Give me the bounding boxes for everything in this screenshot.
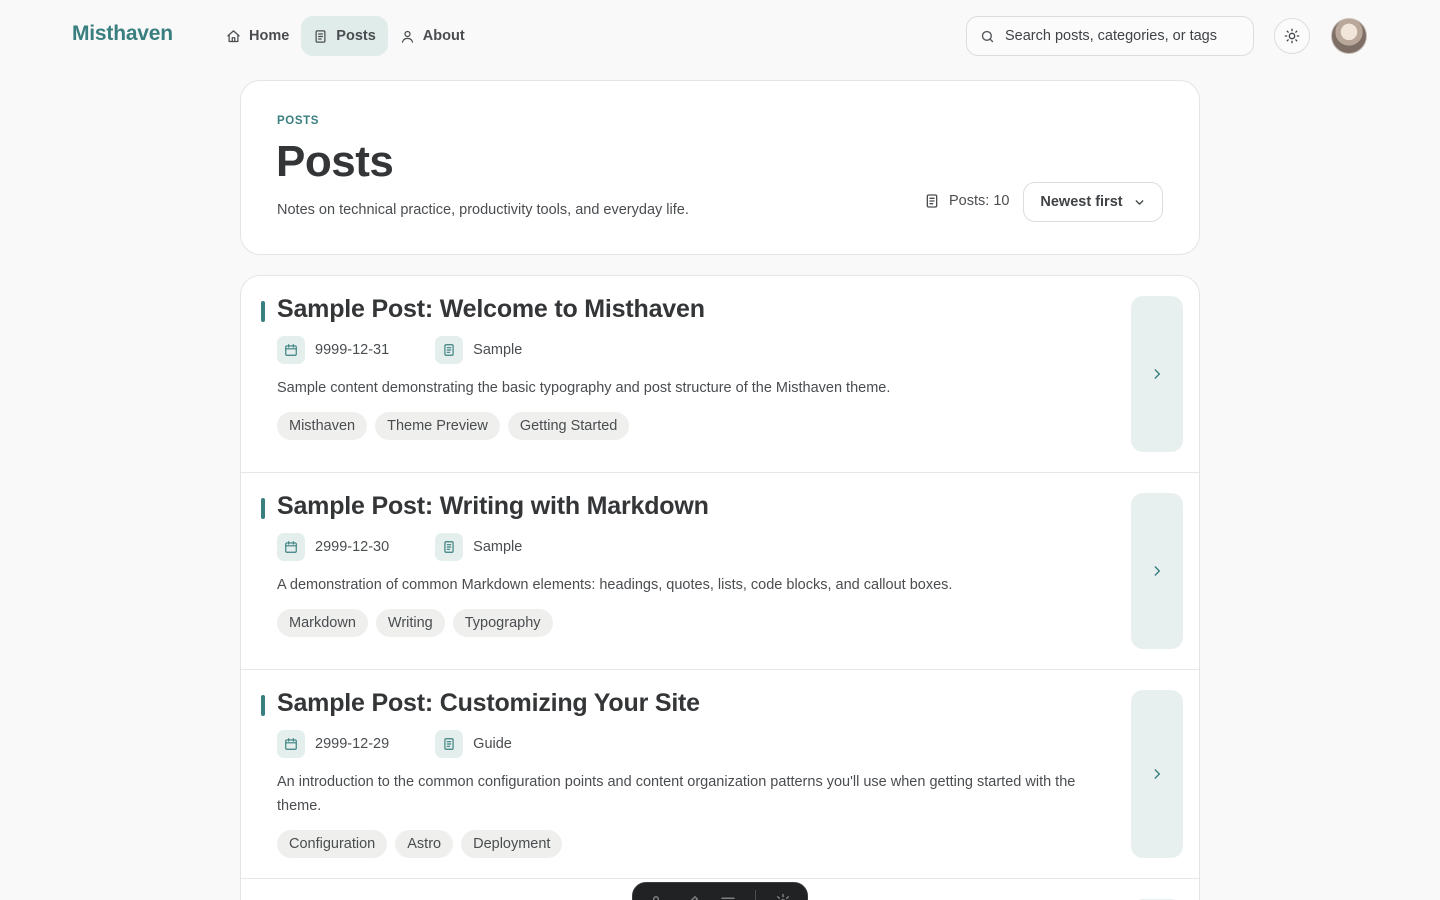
avatar[interactable] [1331,18,1367,54]
open-post-button[interactable] [1131,690,1183,858]
document-icon [435,730,464,758]
chevron-down-icon [1133,196,1146,209]
post-date: 9999-12-31 [277,336,389,364]
toolbar-divider [755,890,756,900]
post-title[interactable]: Sample Post: Welcome to Misthaven [277,295,705,324]
top-bar: Misthaven Home Posts About [0,0,1440,72]
calendar-icon [277,336,305,364]
nav-item-posts[interactable]: Posts [301,16,388,56]
page-title: Posts [276,137,394,186]
post-category[interactable]: Sample [435,336,522,364]
tag-chip[interactable]: Deployment [461,830,563,858]
nav-item-label: About [422,28,465,44]
menu-icon[interactable] [719,893,737,900]
sort-dropdown[interactable]: Newest first [1023,182,1163,222]
chevron-right-icon [1150,564,1164,578]
post-category-label: Guide [473,736,512,752]
post-category-label: Sample [473,539,523,555]
tag-chip[interactable]: Configuration [277,830,388,858]
nav-item-about[interactable]: About [388,16,477,56]
search-box[interactable] [966,16,1254,56]
calendar-icon [277,533,305,561]
page-description: Notes on technical practice, productivit… [277,202,689,218]
post-meta: 2999-12-30 Sample [277,533,522,561]
post-tags: Misthaven Theme Preview Getting Started [277,412,630,440]
tag-chip[interactable]: Writing [375,609,445,637]
post-tags: Markdown Writing Typography [277,609,553,637]
list-item[interactable]: Sample Post: Writing with Markdown 2999-… [241,473,1199,670]
document-icon [435,336,464,364]
post-count: Posts: 10 [924,193,1009,209]
list-item[interactable]: Sample Post: Customizing Your Site 2999-… [241,670,1199,879]
post-meta: 9999-12-31 Sample [277,336,522,364]
post-date-label: 9999-12-31 [315,342,390,358]
post-category[interactable]: Guide [435,730,512,758]
post-title[interactable]: Sample Post: Writing with Markdown [277,492,709,521]
page-eyebrow: POSTS [277,115,319,127]
main-nav: Home Posts About [214,16,477,56]
tag-chip[interactable]: Markdown [277,609,368,637]
calendar-icon [277,730,305,758]
post-excerpt: An introduction to the common configurat… [277,774,1076,814]
sort-label: Newest first [1040,194,1123,210]
tag-chip[interactable]: Misthaven [277,412,368,440]
nav-item-label: Home [249,28,290,44]
floating-toolbar [632,882,808,900]
home-icon [226,29,241,44]
post-date-label: 2999-12-30 [315,539,390,555]
search-input[interactable] [1005,28,1235,44]
document-icon [924,193,940,209]
open-post-button[interactable] [1131,296,1183,452]
sun-icon [1284,28,1300,44]
search-icon [980,29,995,44]
tag-chip[interactable]: Theme Preview [375,412,500,440]
post-date: 2999-12-29 [277,730,389,758]
post-date: 2999-12-30 [277,533,389,561]
theme-toggle-button[interactable] [1274,18,1310,54]
site-logo[interactable]: Misthaven [72,22,173,46]
post-tags: Configuration Astro Deployment [277,830,563,858]
post-excerpt: A demonstration of common Markdown eleme… [277,577,953,593]
gear-icon[interactable] [774,893,792,900]
list-item[interactable]: Sample Post: Welcome to Misthaven 9999-1… [241,276,1199,473]
post-accent-bar [261,695,265,716]
pen-icon[interactable] [683,893,701,900]
open-post-button[interactable] [1131,493,1183,649]
post-excerpt: Sample content demonstrating the basic t… [277,380,891,396]
page-header-card: POSTS Posts Notes on technical practice,… [240,80,1200,255]
lock-icon[interactable] [647,893,665,900]
tag-chip[interactable]: Getting Started [507,412,630,440]
post-list: Sample Post: Welcome to Misthaven 9999-1… [240,275,1200,900]
nav-item-home[interactable]: Home [214,16,301,56]
post-count-label: Posts: 10 [949,193,1010,209]
nav-item-label: Posts [336,28,376,44]
user-icon [400,29,415,44]
post-title[interactable]: Sample Post: Customizing Your Site [277,689,700,718]
chevron-right-icon [1150,767,1164,781]
tag-chip[interactable]: Astro [395,830,454,858]
chevron-right-icon [1150,367,1164,381]
tag-chip[interactable]: Typography [452,609,553,637]
post-accent-bar [261,301,265,322]
document-icon [435,533,464,561]
post-category[interactable]: Sample [435,533,522,561]
post-accent-bar [261,498,265,519]
document-icon [313,29,328,44]
post-category-label: Sample [473,342,523,358]
post-meta: 2999-12-29 Guide [277,730,512,758]
post-date-label: 2999-12-29 [315,736,390,752]
